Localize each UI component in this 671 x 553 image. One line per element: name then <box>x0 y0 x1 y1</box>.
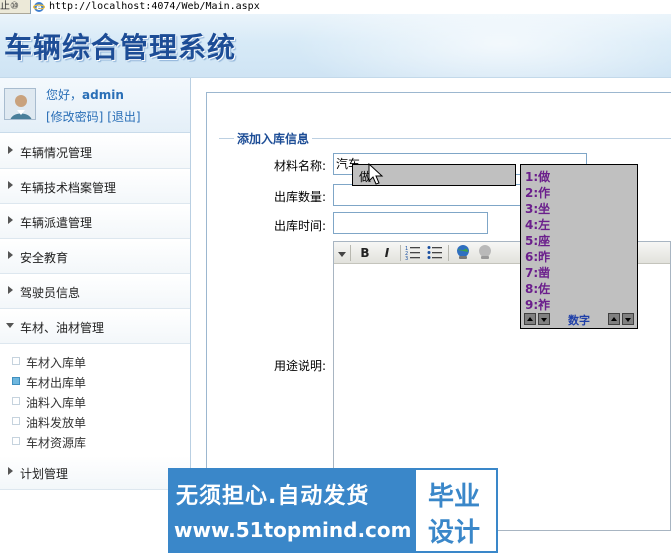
ordered-list-icon: 1 2 3 <box>405 246 420 262</box>
mouse-cursor-icon <box>368 163 384 185</box>
logout-link[interactable]: [退出] <box>107 110 140 124</box>
nav-item-label: 车辆情况管理 <box>20 146 93 160</box>
expand-arrow-icon <box>8 216 13 224</box>
ime-last-page-icon[interactable] <box>538 313 550 325</box>
banner-decoration <box>291 14 671 77</box>
svg-text:3: 3 <box>405 256 408 260</box>
sub-item-label: 油料发放单 <box>26 416 87 430</box>
bullet-list-icon <box>427 246 442 259</box>
nav-item-label: 计划管理 <box>20 467 69 481</box>
nav-item-vehicle-dispatch[interactable]: 车辆派遣管理 <box>0 205 190 239</box>
quantity-label: 出库数量: <box>273 190 326 204</box>
system-title: 车辆综合管理系统 <box>4 31 237 64</box>
unlink-button[interactable] <box>476 244 494 262</box>
expand-arrow-icon <box>8 467 13 475</box>
quantity-input[interactable] <box>333 184 523 206</box>
ie-page-icon: e <box>33 2 45 12</box>
expand-arrow-icon <box>8 181 13 189</box>
watermark-text-bottom: 设计 <box>428 518 481 548</box>
ime-candidate[interactable]: 2:作 <box>525 184 550 201</box>
usage-label: 用途说明: <box>273 359 326 373</box>
sub-item-label: 油料入库单 <box>26 396 87 410</box>
ime-candidate[interactable]: 4:左 <box>525 216 550 233</box>
username: admin <box>82 88 124 102</box>
sub-item-label: 车材入库单 <box>26 356 87 370</box>
expand-arrow-icon <box>8 251 13 259</box>
bullet-icon <box>12 417 20 425</box>
ime-candidate[interactable]: 7:凿 <box>525 264 550 281</box>
change-password-link[interactable]: [修改密码] <box>46 110 103 124</box>
form-legend: 添加入库信息 <box>234 130 313 147</box>
header-banner: 车辆综合管理系统 <box>0 14 671 78</box>
greeting: 您好，admin <box>46 86 124 103</box>
ime-candidate[interactable]: 8:佐 <box>525 280 550 297</box>
bullet-icon <box>12 357 20 365</box>
ime-candidate[interactable]: 1:做 <box>525 168 550 185</box>
time-input[interactable] <box>333 212 488 234</box>
bullet-icon <box>12 437 20 445</box>
expand-arrow-icon <box>8 146 13 154</box>
address-label: 止⑩ <box>0 1 19 12</box>
expand-arrow-icon <box>8 286 13 294</box>
toolbar-separator <box>448 245 449 261</box>
bullet-list-button[interactable] <box>426 244 444 262</box>
watermark-text-top: 毕业 <box>428 482 481 512</box>
address-url: http://localhost:4074/Web/Main.aspx <box>49 1 260 12</box>
time-label: 出库时间: <box>273 219 326 233</box>
watermark-right: 毕业 设计 <box>414 468 498 553</box>
watermark-url: www.51topmind.com <box>174 518 412 542</box>
sub-item-label: 车材出库单 <box>26 376 87 390</box>
globe-link-icon <box>457 245 469 259</box>
user-links: [修改密码] [退出] <box>46 108 141 125</box>
ordered-list-button[interactable]: 1 2 3 <box>404 244 422 262</box>
italic-button[interactable]: I <box>378 244 396 262</box>
ime-candidate[interactable]: 5:座 <box>525 232 550 249</box>
ime-page-down-icon[interactable] <box>622 313 634 325</box>
nav-item-label: 车材、油材管理 <box>20 321 105 335</box>
unlink-icon <box>479 245 491 259</box>
bullet-icon <box>12 377 20 385</box>
insert-link-button[interactable] <box>454 244 472 262</box>
nav-item-safety-education[interactable]: 安全教育 <box>0 240 190 274</box>
nav-item-material-fuel[interactable]: 车材、油材管理 <box>0 310 190 344</box>
ime-candidate-window: 1:做 2:作 3:坐 4:左 5:座 6:昨 7:凿 8:佐 9:祚 数字 <box>520 164 638 329</box>
nav-item-plan-management[interactable]: 计划管理 <box>0 456 190 490</box>
nav-item-vehicle-status[interactable]: 车辆情况管理 <box>0 135 190 169</box>
bullet-icon <box>12 397 20 405</box>
greeting-prefix: 您好， <box>46 88 83 102</box>
nav-item-label: 安全教育 <box>20 251 69 265</box>
watermark-banner: 无须担心.自动发货 www.51topmind.com 毕业 设计 <box>168 468 498 553</box>
svg-text:e: e <box>36 3 42 12</box>
ime-first-page-icon[interactable] <box>524 313 536 325</box>
ime-footer: 数字 <box>524 313 634 327</box>
toolbar-separator <box>400 245 401 261</box>
sidebar: 您好，admin [修改密码] [退出] 车辆情况管理 车辆技术档案管理 车辆派… <box>0 78 191 553</box>
nav-item-label: 车辆技术档案管理 <box>20 181 117 195</box>
collapse-arrow-icon <box>6 323 14 328</box>
ime-candidate[interactable]: 3:坐 <box>525 200 550 217</box>
watermark-slogan: 无须担心.自动发货 <box>176 484 370 509</box>
nav-item-label: 驾驶员信息 <box>20 286 81 300</box>
bold-button[interactable]: B <box>356 244 374 262</box>
ime-candidate[interactable]: 9:祚 <box>525 296 550 313</box>
ime-candidate[interactable]: 6:昨 <box>525 248 550 265</box>
material-name-label: 材料名称: <box>273 159 326 173</box>
user-avatar-icon <box>5 89 35 119</box>
nav-item-label: 车辆派遣管理 <box>20 216 93 230</box>
avatar <box>4 88 36 120</box>
toolbar-separator <box>350 245 351 261</box>
ime-page-up-icon[interactable] <box>608 313 620 325</box>
ime-mode-label: 数字 <box>568 314 590 327</box>
nav-item-vehicle-archives[interactable]: 车辆技术档案管理 <box>0 170 190 204</box>
watermark-left: 无须担心.自动发货 www.51topmind.com <box>168 468 414 553</box>
address-bar: 止⑩ e http://localhost:4074/Web/Main.aspx <box>0 0 671 14</box>
sub-item-label: 车材资源库 <box>26 436 87 450</box>
user-panel: 您好，admin [修改密码] [退出] <box>0 78 190 133</box>
nav-item-driver-info[interactable]: 驾驶员信息 <box>0 275 190 309</box>
address-field[interactable]: e http://localhost:4074/Web/Main.aspx <box>30 0 671 14</box>
toolbar-grip-icon[interactable] <box>338 252 346 257</box>
